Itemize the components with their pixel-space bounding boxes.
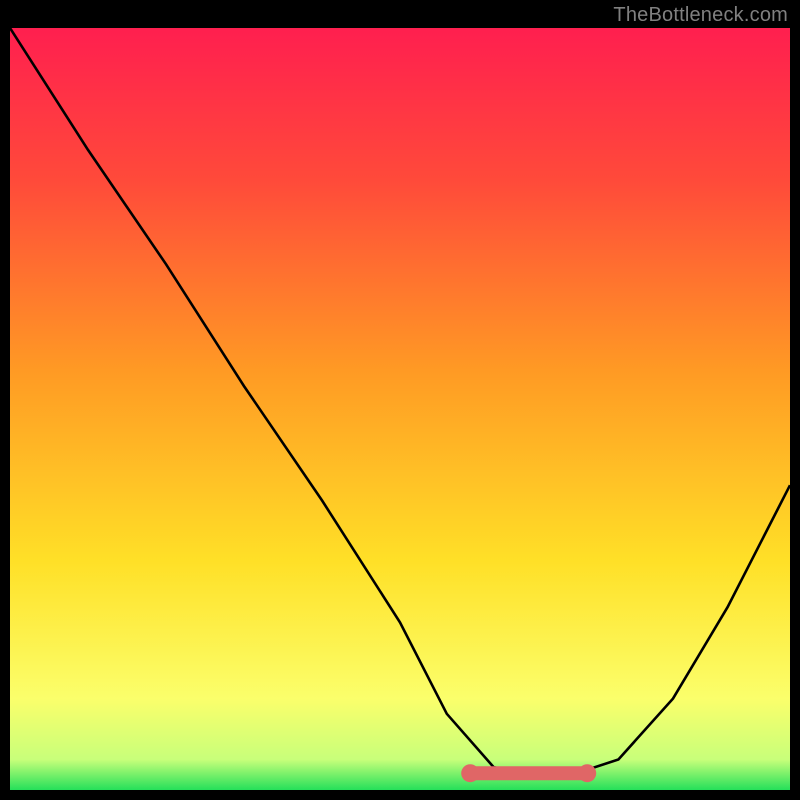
gradient-background: [10, 28, 790, 790]
highlight-segment: [461, 764, 596, 782]
chart-svg: [10, 28, 790, 790]
chart-frame: [10, 28, 790, 790]
watermark-text: TheBottleneck.com: [613, 4, 788, 27]
